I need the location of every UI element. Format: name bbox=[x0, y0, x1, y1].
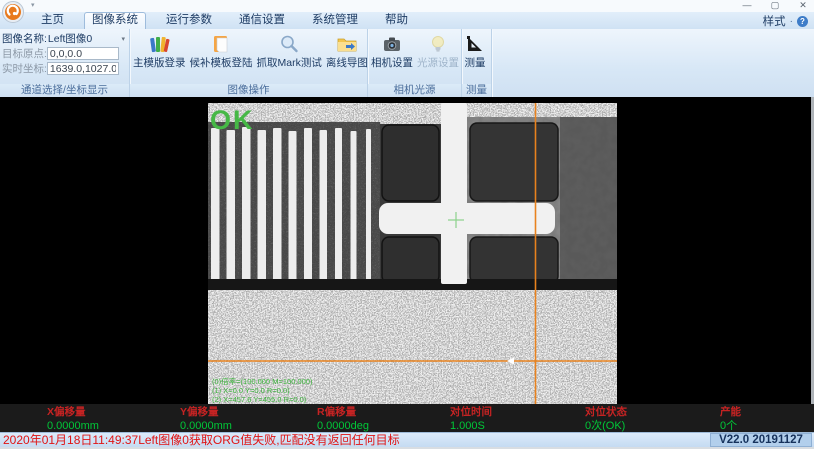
light-bulb-icon bbox=[427, 33, 449, 55]
offline-map-label: 离线导图 bbox=[326, 57, 368, 69]
stat-align-status: 对位状态 0次(OK) bbox=[585, 407, 627, 432]
menu-bar: 主页 图像系统 运行参数 通信设置 系统管理 帮助 样式 · ? bbox=[0, 12, 814, 29]
style-separator: · bbox=[790, 16, 793, 27]
ribbon-tabs: 主页 图像系统 运行参数 通信设置 系统管理 帮助 bbox=[34, 12, 428, 29]
quadrant-bottom-left bbox=[382, 237, 439, 283]
stat-y-offset-label: Y偏移量 bbox=[180, 407, 232, 418]
dark-band bbox=[208, 279, 617, 291]
grab-mark-test-label: 抓取Mark测试 bbox=[257, 57, 322, 69]
backup-template-login-label: 候补模板登陆 bbox=[190, 57, 253, 69]
tab-system-mgmt[interactable]: 系统管理 bbox=[305, 12, 365, 29]
stat-capacity-value: 0个 bbox=[720, 420, 741, 432]
overlay-info-line-2: (1) X=0.0 Y=0.0 R=0.0) bbox=[212, 386, 290, 395]
stat-align-status-label: 对位状态 bbox=[585, 407, 627, 418]
right-region-light bbox=[560, 117, 617, 283]
stat-x-offset-label: X偏移量 bbox=[47, 407, 99, 418]
tab-run-params[interactable]: 运行参数 bbox=[159, 12, 219, 29]
help-icon[interactable]: ? bbox=[797, 16, 808, 27]
image-name-combobox[interactable]: Left图像0 ▾ bbox=[47, 30, 129, 47]
light-settings-button: 光源设置 bbox=[415, 30, 461, 84]
minimize-button[interactable]: — bbox=[740, 0, 754, 12]
app-logo-icon bbox=[2, 1, 24, 23]
stat-r-offset-value: 0.0000deg bbox=[317, 420, 369, 432]
stat-y-offset-value: 0.0000mm bbox=[180, 420, 232, 432]
group-image-operations: 主模版登录 候补模板登陆 抓取Mark测试 bbox=[130, 29, 368, 97]
version-badge: V22.0 20191127 bbox=[710, 433, 812, 447]
group-label-channel: 通道选择/坐标显示 bbox=[0, 84, 129, 97]
tab-image-system[interactable]: 图像系统 bbox=[84, 12, 146, 29]
measure-label: 测量 bbox=[465, 57, 486, 69]
light-settings-label: 光源设置 bbox=[417, 57, 459, 69]
ribbon-empty-area bbox=[492, 29, 814, 97]
master-template-login-label: 主模版登录 bbox=[133, 57, 186, 69]
style-menu-button[interactable]: 样式 bbox=[763, 13, 786, 29]
target-origin-field[interactable] bbox=[47, 47, 119, 60]
close-button[interactable]: ✕ bbox=[796, 0, 810, 12]
folder-icon bbox=[336, 33, 358, 55]
grab-mark-test-button[interactable]: 抓取Mark测试 bbox=[255, 30, 324, 84]
stat-capacity-label: 产能 bbox=[720, 407, 741, 418]
stat-capacity: 产能 0个 bbox=[720, 407, 741, 432]
stat-r-offset-label: R偏移量 bbox=[317, 407, 369, 418]
ribbon: 图像名称: Left图像0 ▾ 目标原点: 实时坐标: 通道选择/坐标显示 bbox=[0, 29, 814, 97]
set-square-icon bbox=[464, 33, 486, 55]
title-bar: — ▢ ✕ bbox=[0, 0, 814, 12]
group-label-measure: 测量 bbox=[462, 84, 491, 97]
tab-comm-settings[interactable]: 通信设置 bbox=[232, 12, 292, 29]
realtime-coord-field[interactable] bbox=[47, 62, 119, 75]
group-measure: 测量 测量 bbox=[462, 29, 492, 97]
image-name-label: 图像名称: bbox=[2, 31, 47, 46]
tab-home[interactable]: 主页 bbox=[34, 12, 71, 29]
offline-map-button[interactable]: 离线导图 bbox=[324, 30, 370, 84]
stat-x-offset: X偏移量 0.0000mm bbox=[47, 407, 99, 432]
camera-icon bbox=[381, 33, 403, 55]
overlay-info-line-1: (0)倍率=(100.000 M=100.000) bbox=[212, 376, 313, 386]
stat-align-time: 对位时间 1.000S bbox=[450, 407, 492, 432]
realtime-coord-label: 实时坐标: bbox=[2, 61, 47, 76]
app-window: — ▢ ✕ ▾ 主页 图像系统 运行参数 通信设置 系统管理 帮助 样式 · ? bbox=[0, 0, 814, 449]
stat-y-offset: Y偏移量 0.0000mm bbox=[180, 407, 232, 432]
group-label-image-ops: 图像操作 bbox=[130, 84, 367, 97]
stat-align-time-label: 对位时间 bbox=[450, 407, 492, 418]
backup-template-login-button[interactable]: 候补模板登陆 bbox=[188, 30, 255, 84]
quadrant-top-right bbox=[470, 123, 558, 201]
quadrant-top-left bbox=[382, 125, 439, 201]
stat-x-offset-value: 0.0000mm bbox=[47, 420, 99, 432]
camera-settings-button[interactable]: 相机设置 bbox=[369, 30, 415, 84]
ok-status-overlay: OK bbox=[210, 105, 255, 135]
stat-align-status-value: 0次(OK) bbox=[585, 420, 627, 432]
quick-access-arrow-icon[interactable]: ▾ bbox=[31, 1, 35, 9]
camera-image[interactable]: OK (0)倍率=(100.000 M=100.000) (1) X=0.0 Y… bbox=[208, 103, 617, 404]
magnifier-icon bbox=[278, 33, 300, 55]
stats-bar: X偏移量 0.0000mm Y偏移量 0.0000mm R偏移量 0.0000d… bbox=[0, 404, 814, 432]
group-channel-select: 图像名称: Left图像0 ▾ 目标原点: 实时坐标: 通道选择/坐标显示 bbox=[0, 29, 130, 97]
books-icon bbox=[148, 33, 170, 55]
camera-settings-label: 相机设置 bbox=[371, 57, 413, 69]
tab-help[interactable]: 帮助 bbox=[378, 12, 415, 29]
master-template-login-button[interactable]: 主模版登录 bbox=[131, 30, 188, 84]
quadrant-bottom-right bbox=[470, 237, 558, 283]
clipboard-icon bbox=[210, 33, 232, 55]
status-bar: 2020年01月18日11:49:37Left图像0获取ORG值失败,匹配没有返… bbox=[0, 432, 814, 447]
group-camera-light: 相机设置 光源设置 相机光源 bbox=[368, 29, 462, 97]
target-origin-label: 目标原点: bbox=[2, 46, 47, 61]
stat-align-time-value: 1.000S bbox=[450, 420, 492, 432]
status-message: 2020年01月18日11:49:37Left图像0获取ORG值失败,匹配没有返… bbox=[3, 433, 400, 447]
maximize-button[interactable]: ▢ bbox=[768, 0, 782, 12]
app-logo-button[interactable] bbox=[2, 1, 24, 23]
stat-r-offset: R偏移量 0.0000deg bbox=[317, 407, 369, 432]
image-name-value: Left图像0 bbox=[48, 31, 122, 46]
camera-viewport: OK (0)倍率=(100.000 M=100.000) (1) X=0.0 Y… bbox=[0, 97, 814, 404]
chevron-down-icon: ▾ bbox=[121, 35, 125, 43]
measure-button[interactable]: 测量 bbox=[462, 30, 488, 84]
overlay-info-line-3: (2) X=457.6 Y=455.0 R=0.0) bbox=[212, 395, 307, 404]
group-label-camera-light: 相机光源 bbox=[368, 84, 461, 97]
